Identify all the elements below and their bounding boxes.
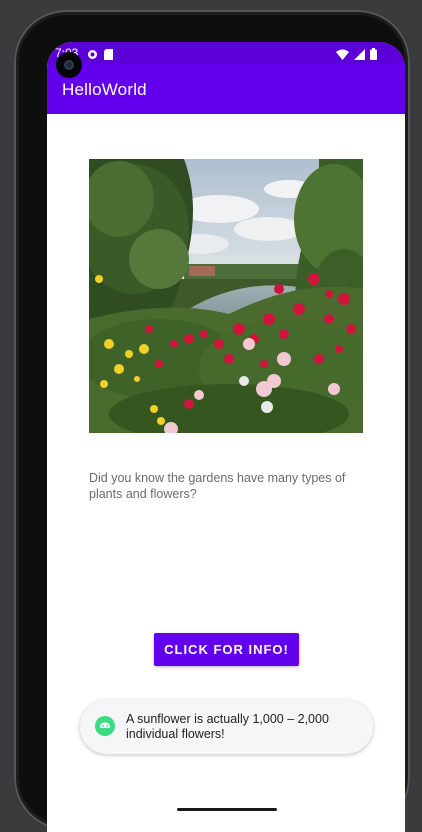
- sd-card-icon: [104, 47, 113, 65]
- battery-icon: [370, 47, 377, 65]
- sync-icon: [87, 47, 98, 65]
- app-bar: HelloWorld: [47, 64, 405, 114]
- toast-message: A sunflower is actually 1,000 – 2,000 in…: [80, 700, 373, 754]
- android-icon: [95, 716, 115, 736]
- app-title: HelloWorld: [62, 80, 147, 99]
- wifi-icon: [336, 47, 349, 65]
- status-icons-left: [87, 47, 113, 65]
- click-for-info-button[interactable]: CLICK FOR INFO!: [154, 633, 299, 666]
- status-icons-right: [336, 47, 377, 65]
- phone-screen: 7:03: [47, 42, 405, 832]
- cellular-signal-icon: [354, 47, 365, 65]
- phone-device-frame: 7:03: [14, 10, 410, 832]
- description-text: Did you know the gardens have many types…: [89, 471, 346, 501]
- status-bar: 7:03: [47, 42, 405, 64]
- camera-cutout-icon: [56, 52, 82, 78]
- navigation-bar: [47, 799, 405, 832]
- toast-text: A sunflower is actually 1,000 – 2,000 in…: [126, 712, 329, 741]
- garden-photo: [89, 159, 363, 433]
- gesture-handle[interactable]: [177, 808, 277, 811]
